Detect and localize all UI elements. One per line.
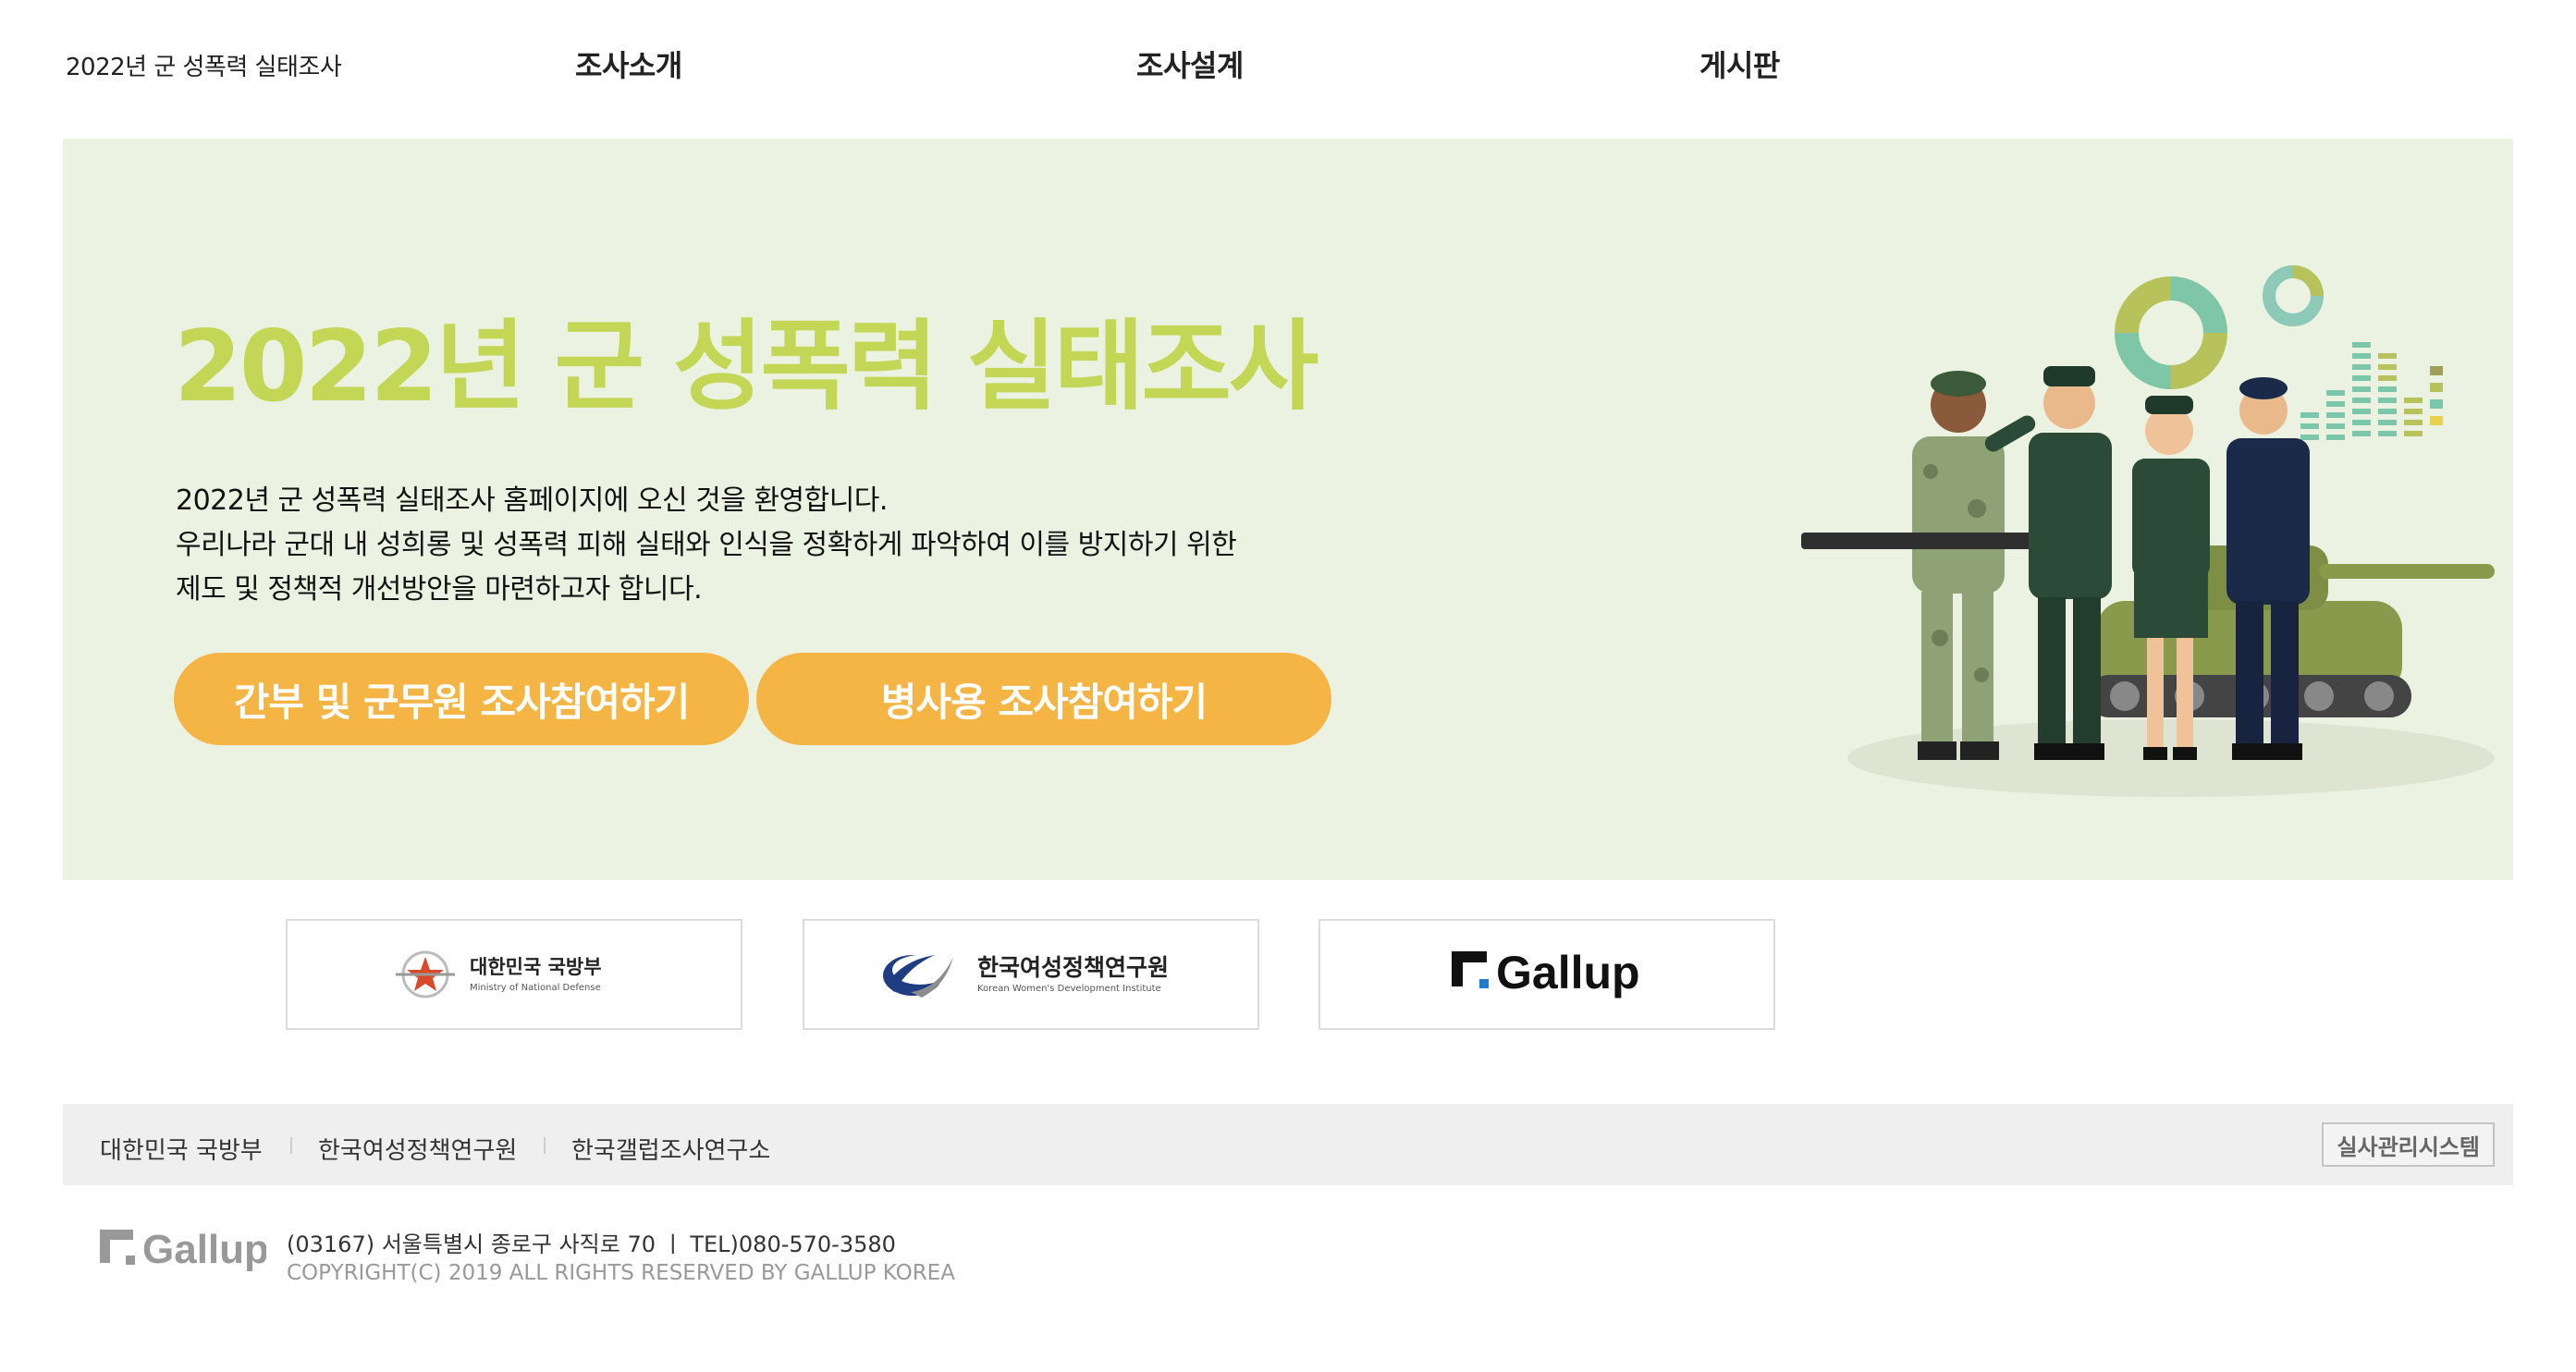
footer-divider — [544, 1137, 546, 1154]
svg-text:Gallup: Gallup — [142, 1227, 266, 1272]
svg-text:Gallup: Gallup — [1496, 947, 1640, 998]
hero-description-line: 우리나라 군대 내 성희롱 및 성폭력 피해 실태와 인식을 정확하게 파악하여… — [176, 529, 1237, 561]
footer-divider — [290, 1137, 292, 1154]
saluting-soldiers-illustration — [1801, 265, 2495, 797]
footer-link-kwdi[interactable]: 한국여성정책연구원 — [318, 1132, 517, 1166]
nav-item-survey-intro[interactable]: 조사소개 — [575, 43, 682, 85]
nav-item-survey-design[interactable]: 조사설계 — [1136, 43, 1244, 85]
gallup-footer-logo-icon: Gallup — [100, 1227, 269, 1272]
footer-bar: 대한민국 국방부 한국여성정책연구원 한국갤럽조사연구소 실사관리시스템 — [63, 1104, 2513, 1185]
hero-description-line: 2022년 군 성폭력 실태조사 홈페이지에 오신 것을 환영합니다. — [176, 484, 888, 517]
officer-survey-button[interactable]: 간부 및 군무원 조사참여하기 — [174, 653, 749, 745]
kwdi-logo-icon: 한국여성정책연구원 Korean Women's Development Ins… — [883, 954, 1169, 998]
mnd-logo-link[interactable]: 대한민국 국방부 Ministry of National Defense — [286, 919, 742, 1030]
bar-chart-icon — [2300, 342, 2443, 440]
gallup-logo-link[interactable]: Gallup — [1319, 919, 1775, 1030]
soldier-survey-button[interactable]: 병사용 조사참여하기 — [756, 653, 1331, 745]
hero-banner: 2022년 군 성폭력 실태조사 2022년 군 성폭력 실태조사 홈페이지에 … — [63, 139, 2513, 880]
kwdi-logo-link[interactable]: 한국여성정책연구원 Korean Women's Development Ins… — [803, 919, 1259, 1030]
svg-text:Korean Women's Development Ins: Korean Women's Development Institute — [977, 984, 1161, 994]
svg-text:한국여성정책연구원: 한국여성정책연구원 — [977, 954, 1169, 981]
svg-text:Ministry of National Defense: Ministry of National Defense — [470, 983, 601, 993]
hero-title: 2022년 군 성폭력 실태조사 — [174, 310, 1319, 423]
footer-link-gallup[interactable]: 한국갤럽조사연구소 — [571, 1132, 770, 1166]
site-title[interactable]: 2022년 군 성폭력 실태조사 — [66, 48, 342, 82]
donut-chart-icon — [2115, 265, 2324, 389]
mnd-emblem-icon: 대한민국 국방부 Ministry of National Defense — [396, 950, 602, 998]
hero-description-line: 제도 및 정책적 개선방안을 마련하고자 합니다. — [176, 573, 703, 606]
hero-description: 2022년 군 성폭력 실태조사 홈페이지에 오신 것을 환영합니다. 우리나라… — [176, 479, 1415, 612]
footer-link-mnd[interactable]: 대한민국 국방부 — [100, 1132, 263, 1166]
gallup-logo-icon: Gallup — [1452, 947, 1640, 998]
footer-address: (03167) 서울특별시 종로구 사직로 70 ㅣ TEL)080-570-3… — [287, 1231, 896, 1257]
nav-item-board[interactable]: 게시판 — [1699, 43, 1780, 85]
admin-system-button[interactable]: 실사관리시스템 — [2322, 1122, 2495, 1167]
footer-gallup-logo: Gallup — [100, 1220, 269, 1276]
soldier-camo-icon — [1801, 371, 2032, 760]
site-header: 2022년 군 성폭력 실태조사 조사소개 조사설계 게시판 — [0, 0, 2576, 139]
footer-copyright: COPYRIGHT(C) 2019 ALL RIGHTS RESERVED BY… — [287, 1261, 955, 1285]
svg-text:대한민국 국방부: 대한민국 국방부 — [470, 956, 602, 978]
